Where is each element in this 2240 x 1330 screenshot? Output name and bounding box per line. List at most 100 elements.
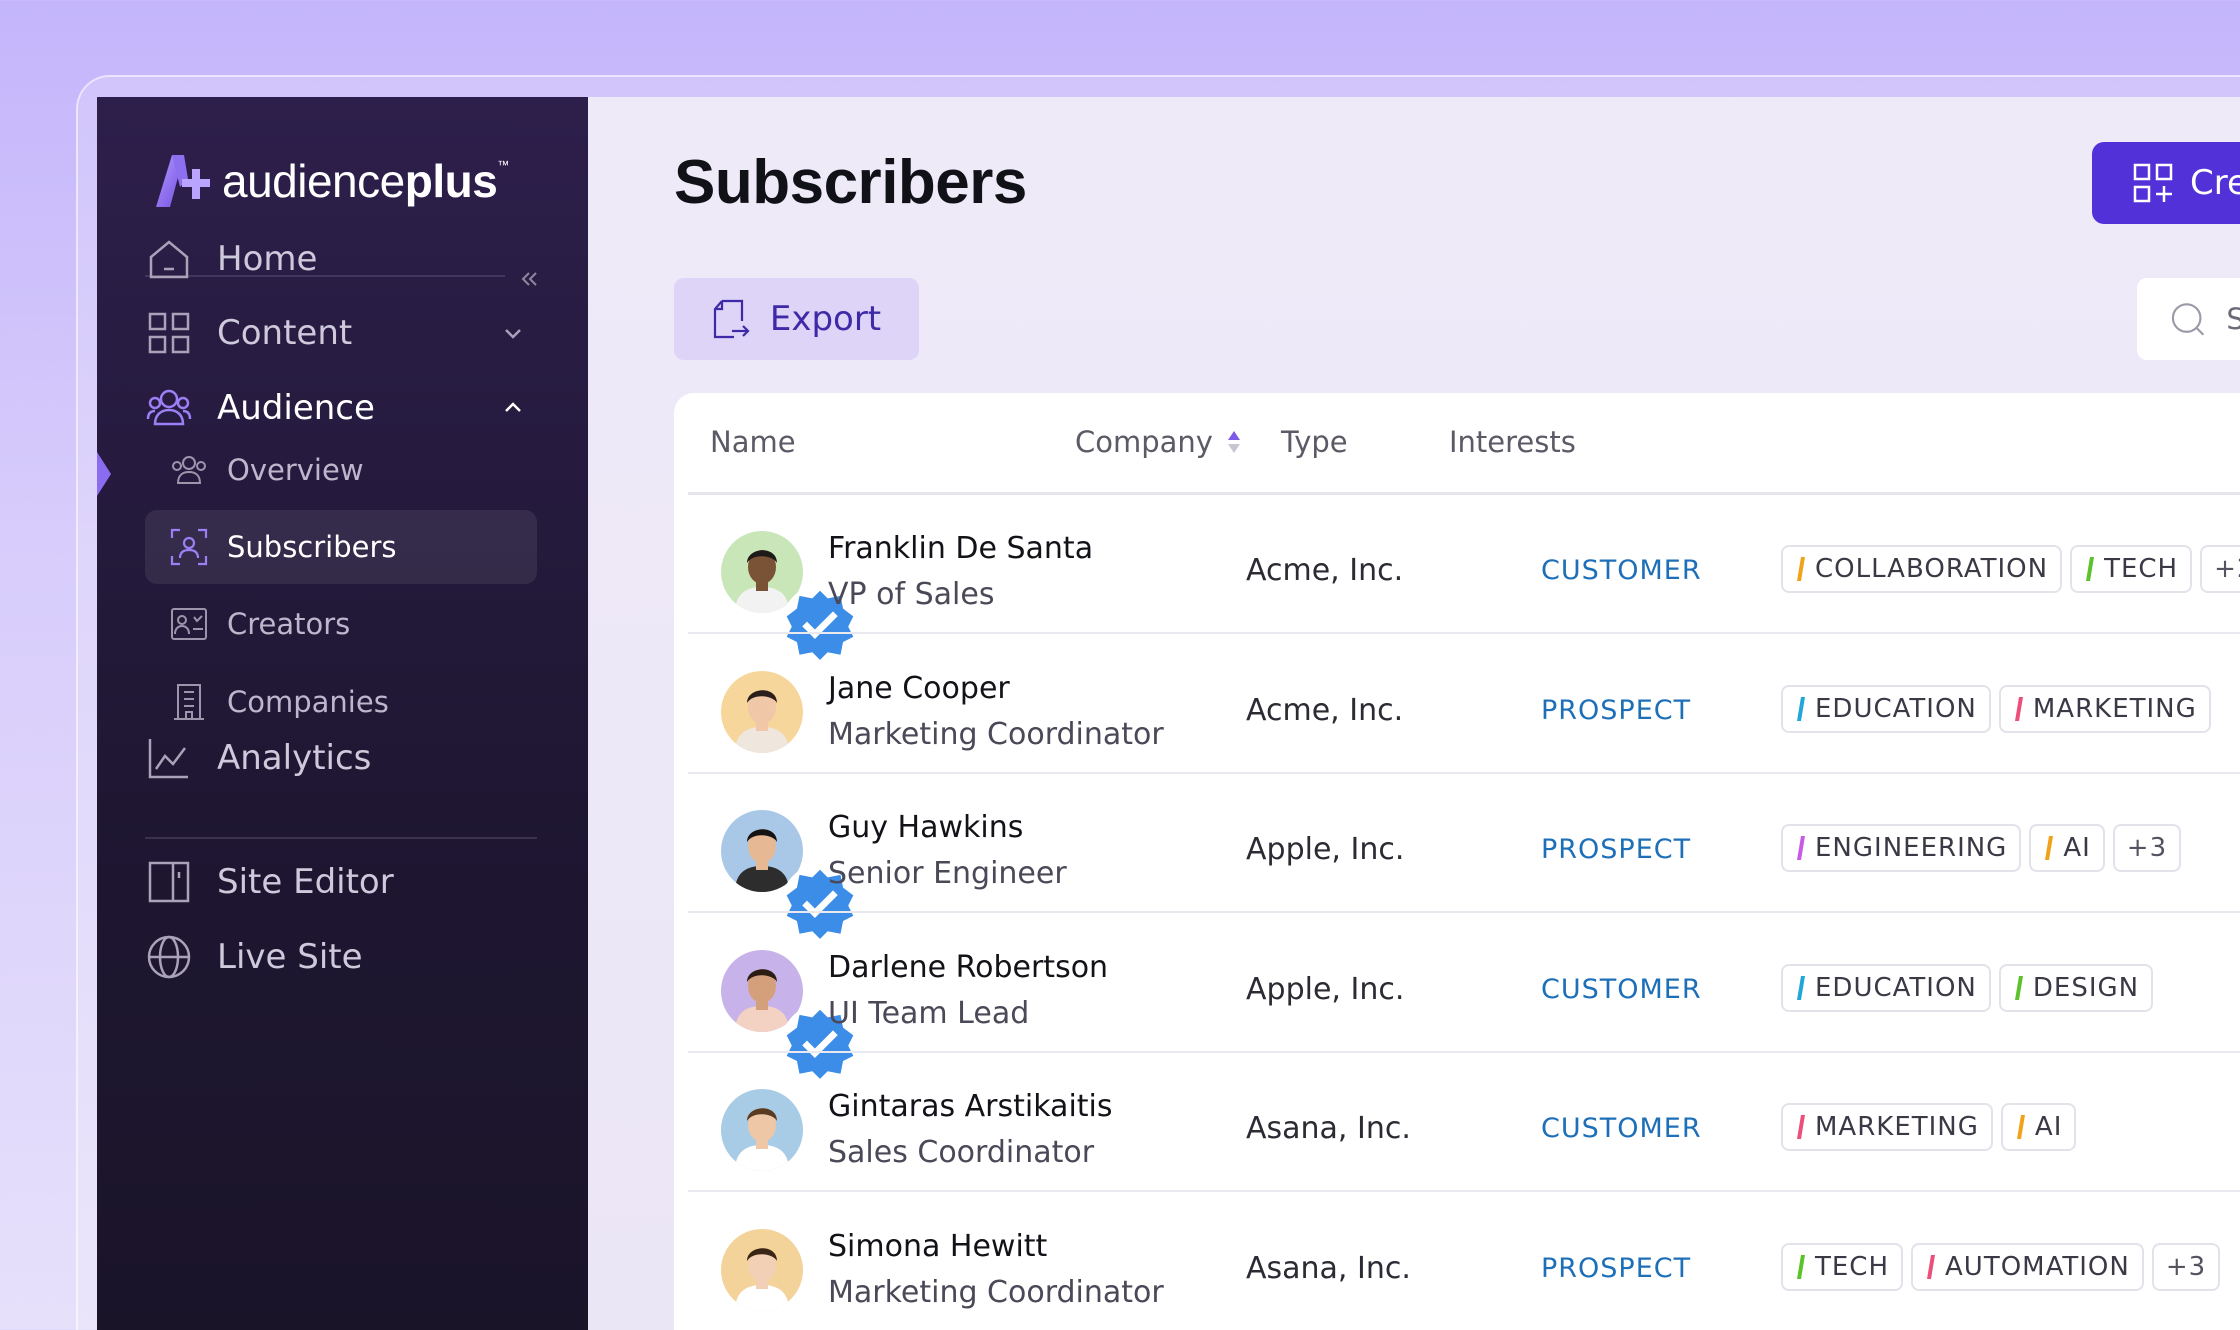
more-tags-badge[interactable]: +3 — [2112, 824, 2182, 872]
column-header-label: Company — [1075, 425, 1213, 459]
subscriber-company: Apple, Inc. — [1246, 971, 1405, 1007]
table-row[interactable]: Franklin De Santa VP of Sales Acme, Inc. CU… — [674, 495, 2240, 663]
subscriber-job-title: Sales Coordinator — [828, 1135, 1095, 1170]
subscribers-table: Name Company Type Interests Franklin De … — [674, 393, 2240, 1330]
sidebar-divider — [145, 837, 537, 839]
sort-icon[interactable] — [1227, 429, 1241, 455]
interest-tag[interactable]: DESIGN — [1998, 963, 2154, 1012]
interest-tag[interactable]: MARKETING — [1998, 684, 2211, 733]
chevron-down-icon[interactable] — [499, 319, 527, 347]
table-row[interactable]: Simona Hewitt Marketing Coordinator Asana,… — [674, 1193, 2240, 1330]
tag-color-marker — [2014, 696, 2023, 721]
sidebar-item-label: Content — [217, 313, 353, 353]
users-icon — [172, 456, 206, 484]
subscriber-name[interactable]: Simona Hewitt — [828, 1229, 1047, 1264]
column-header-type[interactable]: Type — [1281, 425, 1348, 459]
table-row[interactable]: Darlene Robertson UI Team Lead Apple, Inc.… — [674, 914, 2240, 1081]
interest-tags: COLLABORATION TECH +2 — [1781, 545, 2240, 593]
interest-tag[interactable]: TECH — [1781, 1242, 1904, 1291]
interest-tag-label: AI — [2063, 833, 2091, 863]
subscriber-company: Asana, Inc. — [1246, 1250, 1411, 1286]
subscriber-name[interactable]: Jane Cooper — [828, 671, 1010, 706]
table-header: Name Company Type Interests — [674, 393, 2240, 493]
tag-color-marker — [2016, 1115, 2025, 1139]
interest-tags: TECH AUTOMATION +3 — [1781, 1242, 2221, 1291]
subscriber-job-title: UI Team Lead — [828, 995, 1030, 1031]
more-tags-badge[interactable]: +2 — [2200, 545, 2240, 593]
sidebar-subitem-label: Creators — [227, 607, 351, 641]
subscriber-company: Asana, Inc. — [1246, 1111, 1411, 1146]
export-button[interactable]: Export — [674, 278, 919, 360]
avatar[interactable] — [721, 531, 859, 663]
interest-tag[interactable]: COLLABORATION — [1781, 545, 2063, 593]
tag-color-marker — [2014, 975, 2023, 1000]
chevron-up-icon[interactable] — [499, 394, 527, 422]
sidebar-subitem-creators[interactable]: Creators — [145, 587, 537, 661]
sidebar-item-site-editor[interactable]: Site Editor — [145, 847, 537, 917]
subscriber-company: Apple, Inc. — [1246, 832, 1405, 867]
subscriber-name[interactable]: Darlene Robertson — [828, 950, 1108, 985]
avatar[interactable] — [721, 670, 803, 753]
subscriber-name[interactable]: Franklin De Santa — [828, 531, 1093, 566]
logo-mark-icon — [156, 155, 210, 207]
table-row[interactable]: Jane Cooper Marketing Coordinator Acme, In… — [674, 635, 2240, 774]
subscriber-job-title: Marketing Coordinator — [828, 716, 1164, 752]
interest-tag[interactable]: AI — [2029, 824, 2105, 872]
column-header-name[interactable]: Name — [710, 425, 796, 459]
subscriber-type: CUSTOMER — [1541, 555, 1702, 586]
home-icon — [149, 240, 189, 279]
sidebar-item-label: Home — [217, 239, 318, 279]
sidebar-item-label: Site Editor — [217, 862, 394, 902]
column-header-company[interactable]: Company — [1075, 425, 1241, 459]
brand-name-bold: plus — [404, 155, 498, 207]
interest-tag[interactable]: EDUCATION — [1781, 684, 1991, 733]
avatar[interactable] — [721, 810, 859, 942]
sidebar-item-content[interactable]: Content — [145, 298, 537, 368]
tag-color-marker — [1797, 975, 1805, 1000]
main-content: Subscribers Create Export Name Company T… — [588, 97, 2240, 1330]
sidebar-item-analytics[interactable] — [145, 662, 537, 732]
column-header-interests[interactable]: Interests — [1449, 425, 1576, 459]
interest-tag[interactable]: EDUCATION — [1781, 963, 1991, 1012]
sidebar-item-analytics-row[interactable]: Analytics — [145, 723, 537, 793]
interest-tags: EDUCATION DESIGN — [1781, 963, 2154, 1012]
interest-tag[interactable]: MARKETING — [1781, 1103, 1993, 1151]
sidebar: audienceplus™ Home Content Audience Over… — [97, 97, 588, 1330]
sidebar-subitem-overview[interactable]: Overview — [145, 433, 537, 507]
tag-color-marker — [1797, 836, 1805, 860]
interest-tag[interactable]: ENGINEERING — [1781, 824, 2022, 872]
interest-tag-label: MARKETING — [1815, 1112, 1979, 1142]
create-button-label: Create — [2190, 163, 2240, 203]
layout-icon — [148, 861, 190, 903]
interest-tag[interactable]: AI — [2000, 1103, 2077, 1151]
table-row[interactable]: Guy Hawkins Senior Engineer Apple, Inc. PRO… — [674, 774, 2240, 942]
sidebar-item-live-site[interactable]: Live Site — [145, 922, 537, 992]
interest-tag[interactable]: AUTOMATION — [1911, 1242, 2144, 1291]
sidebar-subitem-label: Overview — [227, 453, 364, 487]
sidebar-item-label: Audience — [217, 388, 375, 428]
subscriber-type: PROSPECT — [1541, 694, 1692, 726]
interest-tag-label: AI — [2034, 1112, 2063, 1142]
subscriber-name[interactable]: Guy Hawkins — [828, 810, 1023, 845]
globe-icon — [147, 935, 191, 979]
more-tags-badge[interactable]: +3 — [2151, 1242, 2221, 1291]
sidebar-item-home[interactable]: Home — [145, 224, 537, 294]
search-input[interactable] — [2226, 302, 2240, 336]
avatar[interactable] — [721, 1228, 803, 1311]
interest-tag[interactable]: TECH — [2070, 545, 2193, 593]
search-field[interactable] — [2137, 278, 2240, 360]
interest-tags: MARKETING AI — [1781, 1103, 2077, 1151]
users-icon — [146, 389, 192, 426]
create-button[interactable]: Create — [2092, 142, 2240, 224]
brand-trademark: ™ — [497, 158, 509, 172]
brand-logo[interactable]: audienceplus™ — [152, 153, 509, 209]
interest-tags: ENGINEERING AI +3 — [1781, 824, 2182, 872]
subscriber-name[interactable]: Gintaras Arstikaitis — [828, 1089, 1113, 1124]
avatar[interactable] — [721, 949, 859, 1081]
subscriber-job-title: VP of Sales — [828, 577, 995, 612]
sidebar-subitem-subscribers[interactable]: Subscribers — [145, 510, 537, 584]
table-row[interactable]: Gintaras Arstikaitis Sales Coordinator Asa… — [674, 1053, 2240, 1192]
grid-plus-icon — [2133, 163, 2173, 203]
interest-tags: EDUCATION MARKETING — [1781, 684, 2211, 733]
avatar[interactable] — [721, 1089, 803, 1171]
